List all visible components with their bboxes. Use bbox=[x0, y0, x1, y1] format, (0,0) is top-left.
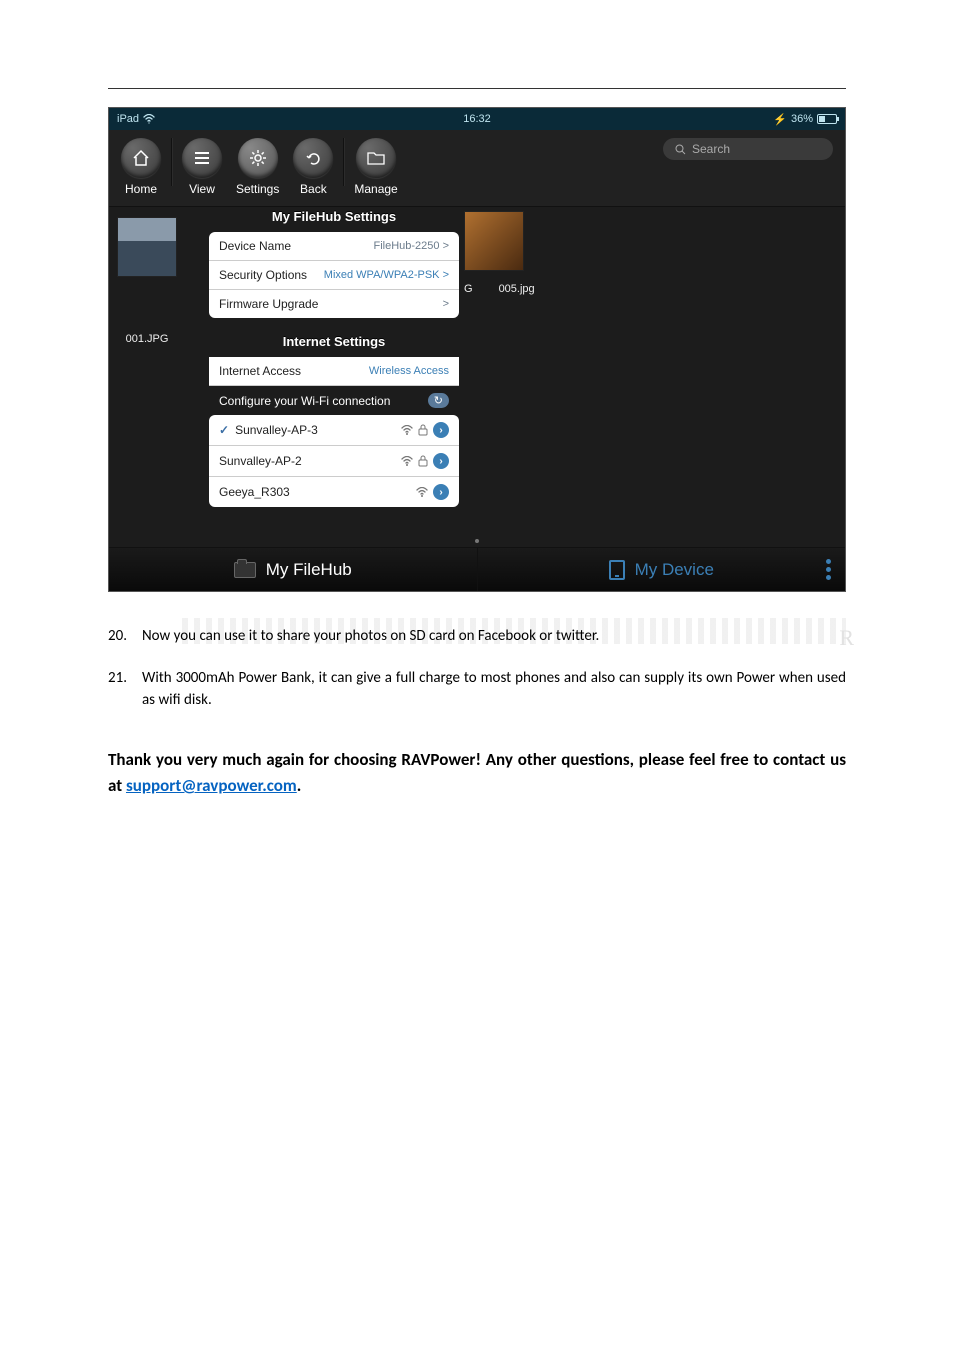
top-toolbar: Home View Settings Back bbox=[109, 130, 845, 207]
status-device: iPad bbox=[117, 113, 139, 125]
thumb-label: 001.JPG bbox=[109, 333, 185, 345]
folder-icon bbox=[367, 150, 385, 166]
network-name: Geeya_R303 bbox=[219, 485, 290, 499]
photo-thumbnail[interactable] bbox=[464, 211, 524, 271]
tab-my-device[interactable]: My Device bbox=[477, 548, 846, 591]
cell-value: Wireless Access bbox=[369, 365, 449, 377]
toolbar-divider bbox=[171, 138, 172, 186]
back-button[interactable]: Back bbox=[293, 138, 333, 196]
list-item: 21. With 3000mAh Power Bank, it can give… bbox=[108, 668, 846, 712]
page-rule bbox=[108, 88, 846, 89]
support-email-link[interactable]: support@ravpower.com bbox=[126, 775, 297, 796]
tab-label: Back bbox=[300, 182, 327, 196]
cell-label: Device Name bbox=[219, 239, 291, 253]
network-name: Sunvalley-AP-2 bbox=[219, 454, 302, 468]
internet-access-row[interactable]: Internet Access Wireless Access bbox=[209, 357, 459, 386]
lock-icon bbox=[418, 424, 428, 436]
battery-icon bbox=[817, 114, 837, 124]
list-icon bbox=[194, 151, 210, 165]
refresh-icon[interactable]: ↻ bbox=[428, 393, 449, 408]
page-dot bbox=[475, 539, 479, 543]
wifi-signal-icon bbox=[416, 487, 428, 497]
instruction-list: 20. R Now you can use it to share your p… bbox=[108, 626, 846, 711]
cell-value: > bbox=[443, 298, 449, 310]
manage-button[interactable]: Manage bbox=[354, 138, 397, 196]
tab-label: Manage bbox=[354, 182, 397, 196]
content-area: 001.JPG G 005.jpg My FileHub Settings De… bbox=[109, 207, 845, 477]
tab-label: My Device bbox=[635, 560, 714, 580]
thumb-label: 005.jpg bbox=[499, 283, 535, 295]
settings-row[interactable]: Security Options Mixed WPA/WPA2-PSK > bbox=[209, 261, 459, 290]
detail-disclosure-icon[interactable]: › bbox=[433, 453, 449, 469]
screenshot-container: iPad 16:32 ⚡ 36% Home bbox=[108, 107, 846, 592]
more-icon[interactable] bbox=[826, 559, 831, 580]
home-button[interactable]: Home bbox=[121, 138, 161, 196]
cell-value: FileHub-2250 > bbox=[373, 240, 449, 252]
wifi-network-list: ✓Sunvalley-AP-3›Sunvalley-AP-2›Geeya_R30… bbox=[209, 415, 459, 507]
search-placeholder: Search bbox=[692, 142, 730, 156]
list-number: 21. bbox=[108, 668, 134, 712]
cell-label: Firmware Upgrade bbox=[219, 297, 318, 311]
list-item: 20. R Now you can use it to share your p… bbox=[108, 626, 846, 648]
wifi-network-row[interactable]: Geeya_R303 › bbox=[209, 477, 459, 507]
gear-icon bbox=[249, 149, 267, 167]
lock-icon bbox=[418, 455, 428, 467]
detail-disclosure-icon[interactable]: › bbox=[433, 422, 449, 438]
tab-label: View bbox=[189, 182, 215, 196]
section-heading: My FileHub Settings bbox=[209, 201, 459, 232]
settings-row[interactable]: Device Name FileHub-2250 > bbox=[209, 232, 459, 261]
search-input[interactable]: Search bbox=[663, 138, 833, 160]
folder-icon bbox=[234, 562, 256, 578]
cell-label: Internet Access bbox=[219, 364, 301, 378]
filehub-settings-list: Device Name FileHub-2250 > Security Option… bbox=[209, 232, 459, 318]
status-bar: iPad 16:32 ⚡ 36% bbox=[109, 108, 845, 130]
bottom-tab-bar: My FileHub My Device bbox=[109, 547, 845, 591]
thankyou-post: . bbox=[297, 775, 302, 796]
list-number: 20. bbox=[108, 626, 134, 648]
charging-icon: ⚡ bbox=[773, 113, 787, 126]
network-name: ✓Sunvalley-AP-3 bbox=[219, 423, 318, 437]
status-time: 16:32 bbox=[463, 113, 491, 125]
battery-percent: 36% bbox=[791, 113, 813, 125]
home-icon bbox=[132, 149, 150, 167]
wifi-network-row[interactable]: Sunvalley-AP-2 › bbox=[209, 446, 459, 477]
photo-thumbnail[interactable] bbox=[117, 217, 177, 277]
tab-label: Home bbox=[125, 182, 157, 196]
settings-row[interactable]: Firmware Upgrade > bbox=[209, 290, 459, 318]
settings-button[interactable]: Settings bbox=[236, 138, 279, 196]
toolbar-divider bbox=[343, 138, 344, 186]
tab-label: My FileHub bbox=[266, 560, 352, 580]
device-icon bbox=[609, 560, 625, 580]
cell-label: Security Options bbox=[219, 268, 307, 282]
wifi-signal-icon bbox=[401, 425, 413, 435]
configure-wifi-row: Configure your Wi-Fi connection ↻ bbox=[209, 386, 459, 415]
section-heading: Internet Settings bbox=[209, 326, 459, 357]
list-text: Now you can use it to share your photos … bbox=[142, 627, 599, 645]
list-text: With 3000mAh Power Bank, it can give a f… bbox=[142, 668, 846, 712]
search-icon bbox=[675, 144, 686, 155]
watermark-r: R bbox=[839, 622, 854, 654]
detail-disclosure-icon[interactable]: › bbox=[433, 484, 449, 500]
settings-popover: My FileHub Settings Device Name FileHub-2… bbox=[209, 201, 459, 507]
undo-icon bbox=[305, 150, 321, 166]
thumb-label: G bbox=[464, 283, 473, 295]
view-button[interactable]: View bbox=[182, 138, 222, 196]
tab-my-filehub[interactable]: My FileHub bbox=[109, 548, 477, 591]
cell-value: Mixed WPA/WPA2-PSK > bbox=[324, 269, 449, 281]
ipad-screenshot: iPad 16:32 ⚡ 36% Home bbox=[108, 107, 846, 592]
thank-you-paragraph: Thank you very much again for choosing R… bbox=[108, 747, 846, 798]
wifi-network-row[interactable]: ✓Sunvalley-AP-3 › bbox=[209, 415, 459, 446]
wifi-signal-icon bbox=[401, 456, 413, 466]
configure-label: Configure your Wi-Fi connection bbox=[219, 394, 390, 408]
wifi-icon bbox=[143, 114, 155, 124]
tab-label: Settings bbox=[236, 182, 279, 196]
